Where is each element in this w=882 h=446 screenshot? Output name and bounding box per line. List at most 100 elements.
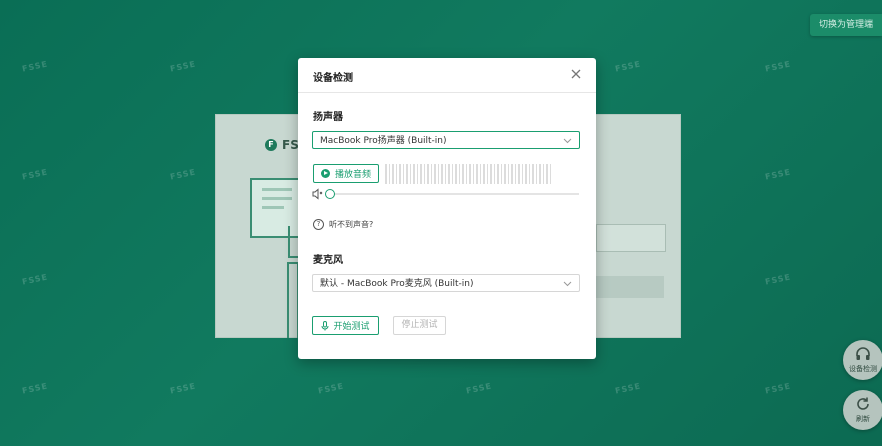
watermark: FSSE — [614, 59, 642, 74]
play-audio-button[interactable]: 播放音频 — [313, 164, 379, 183]
dialog-title: 设备检测 — [313, 73, 353, 84]
meter-bar — [437, 164, 439, 184]
meter-bar — [430, 164, 432, 184]
dialog-header: 设备检测 — [298, 58, 596, 93]
refresh-icon — [857, 397, 869, 410]
meter-bar — [406, 164, 408, 184]
meter-bar — [542, 164, 544, 184]
meter-bar — [402, 164, 404, 184]
question-icon: ? — [313, 219, 324, 230]
volume-track[interactable] — [329, 193, 579, 195]
meter-bar — [462, 164, 464, 184]
speaker-section-title: 扬声器 — [313, 112, 343, 123]
meter-bar — [476, 164, 478, 184]
logo-mark: F — [265, 139, 277, 151]
refresh-label: 刷新 — [856, 415, 870, 423]
speaker-select[interactable]: MacBook Pro扬声器 (Built-in) — [312, 131, 580, 149]
audio-level-meter — [385, 163, 581, 185]
play-icon — [321, 169, 330, 178]
speaker-select-value: MacBook Pro扬声器 (Built-in) — [320, 136, 447, 146]
meter-bar — [493, 164, 495, 184]
watermark: FSSE — [21, 381, 49, 396]
meter-bar — [458, 164, 460, 184]
meter-bar — [465, 164, 467, 184]
play-audio-label: 播放音频 — [335, 170, 372, 180]
meter-bar — [549, 164, 551, 184]
watermark: FSSE — [21, 272, 49, 287]
device-check-label: 设备检测 — [849, 365, 877, 373]
close-icon[interactable] — [569, 67, 583, 81]
meter-bar — [479, 164, 481, 184]
meter-bar — [455, 164, 457, 184]
meter-bar — [511, 164, 513, 184]
microphone-icon — [321, 320, 329, 330]
meter-bar — [420, 164, 422, 184]
watermark: FSSE — [764, 272, 792, 287]
cannot-hear-help[interactable]: ? 听不到声音? — [313, 219, 373, 230]
meter-bar — [525, 164, 527, 184]
meter-bar — [472, 164, 474, 184]
meter-bar — [423, 164, 425, 184]
meter-bar — [409, 164, 411, 184]
meter-bar — [441, 164, 443, 184]
background-button — [596, 276, 664, 298]
meter-bar — [385, 164, 387, 184]
microphone-select-value: 默认 - MacBook Pro麦克风 (Built-in) — [320, 279, 474, 289]
meter-bar — [500, 164, 502, 184]
meter-bar — [392, 164, 394, 184]
meter-bar — [486, 164, 488, 184]
meter-bar — [399, 164, 401, 184]
cannot-hear-text: 听不到声音? — [329, 220, 374, 229]
microphone-section-title: 麦克风 — [313, 255, 343, 266]
volume-slider-handle[interactable] — [325, 189, 335, 199]
stop-test-button[interactable]: 停止测试 — [393, 316, 446, 335]
meter-bar — [448, 164, 450, 184]
speaker-volume-icon — [312, 188, 323, 200]
meter-bar — [521, 164, 523, 184]
watermark: FSSE — [21, 59, 49, 74]
watermark: FSSE — [169, 381, 197, 396]
meter-bar — [490, 164, 492, 184]
meter-bar — [469, 164, 471, 184]
watermark: FSSE — [21, 167, 49, 182]
headphones-icon — [856, 347, 870, 360]
meter-bar — [444, 164, 446, 184]
switch-to-admin-button[interactable]: 切换为管理端 — [810, 14, 882, 36]
meter-bar — [532, 164, 534, 184]
chevron-down-icon — [563, 138, 572, 144]
device-check-float-button[interactable]: 设备检测 — [843, 340, 882, 380]
meter-bar — [539, 164, 541, 184]
meter-bar — [497, 164, 499, 184]
watermark: FSSE — [764, 167, 792, 182]
watermark: FSSE — [465, 381, 493, 396]
meter-bar — [483, 164, 485, 184]
watermark: FSSE — [169, 59, 197, 74]
start-test-button[interactable]: 开始测试 — [312, 316, 379, 335]
chevron-down-icon — [563, 281, 572, 287]
watermark: FSSE — [764, 381, 792, 396]
watermark: FSSE — [317, 381, 345, 396]
meter-bar — [416, 164, 418, 184]
meter-bar — [434, 164, 436, 184]
meter-bar — [528, 164, 530, 184]
refresh-float-button[interactable]: 刷新 — [843, 390, 882, 430]
meter-bar — [507, 164, 509, 184]
meter-bar — [413, 164, 415, 184]
meter-bar — [451, 164, 453, 184]
meter-bar — [546, 164, 548, 184]
meter-bar — [518, 164, 520, 184]
meter-bar — [504, 164, 506, 184]
watermark: FSSE — [764, 59, 792, 74]
meter-bar — [514, 164, 516, 184]
meter-bar — [395, 164, 397, 184]
meter-bar — [388, 164, 390, 184]
meter-bar — [535, 164, 537, 184]
device-check-dialog: 设备检测 扬声器 MacBook Pro扬声器 (Built-in) 播放音频 … — [298, 58, 596, 359]
start-test-label: 开始测试 — [333, 322, 370, 332]
volume-row — [312, 188, 582, 200]
meter-bar — [427, 164, 429, 184]
watermark: FSSE — [614, 381, 642, 396]
watermark: FSSE — [169, 167, 197, 182]
microphone-select[interactable]: 默认 - MacBook Pro麦克风 (Built-in) — [312, 274, 580, 292]
background-input — [596, 224, 666, 252]
